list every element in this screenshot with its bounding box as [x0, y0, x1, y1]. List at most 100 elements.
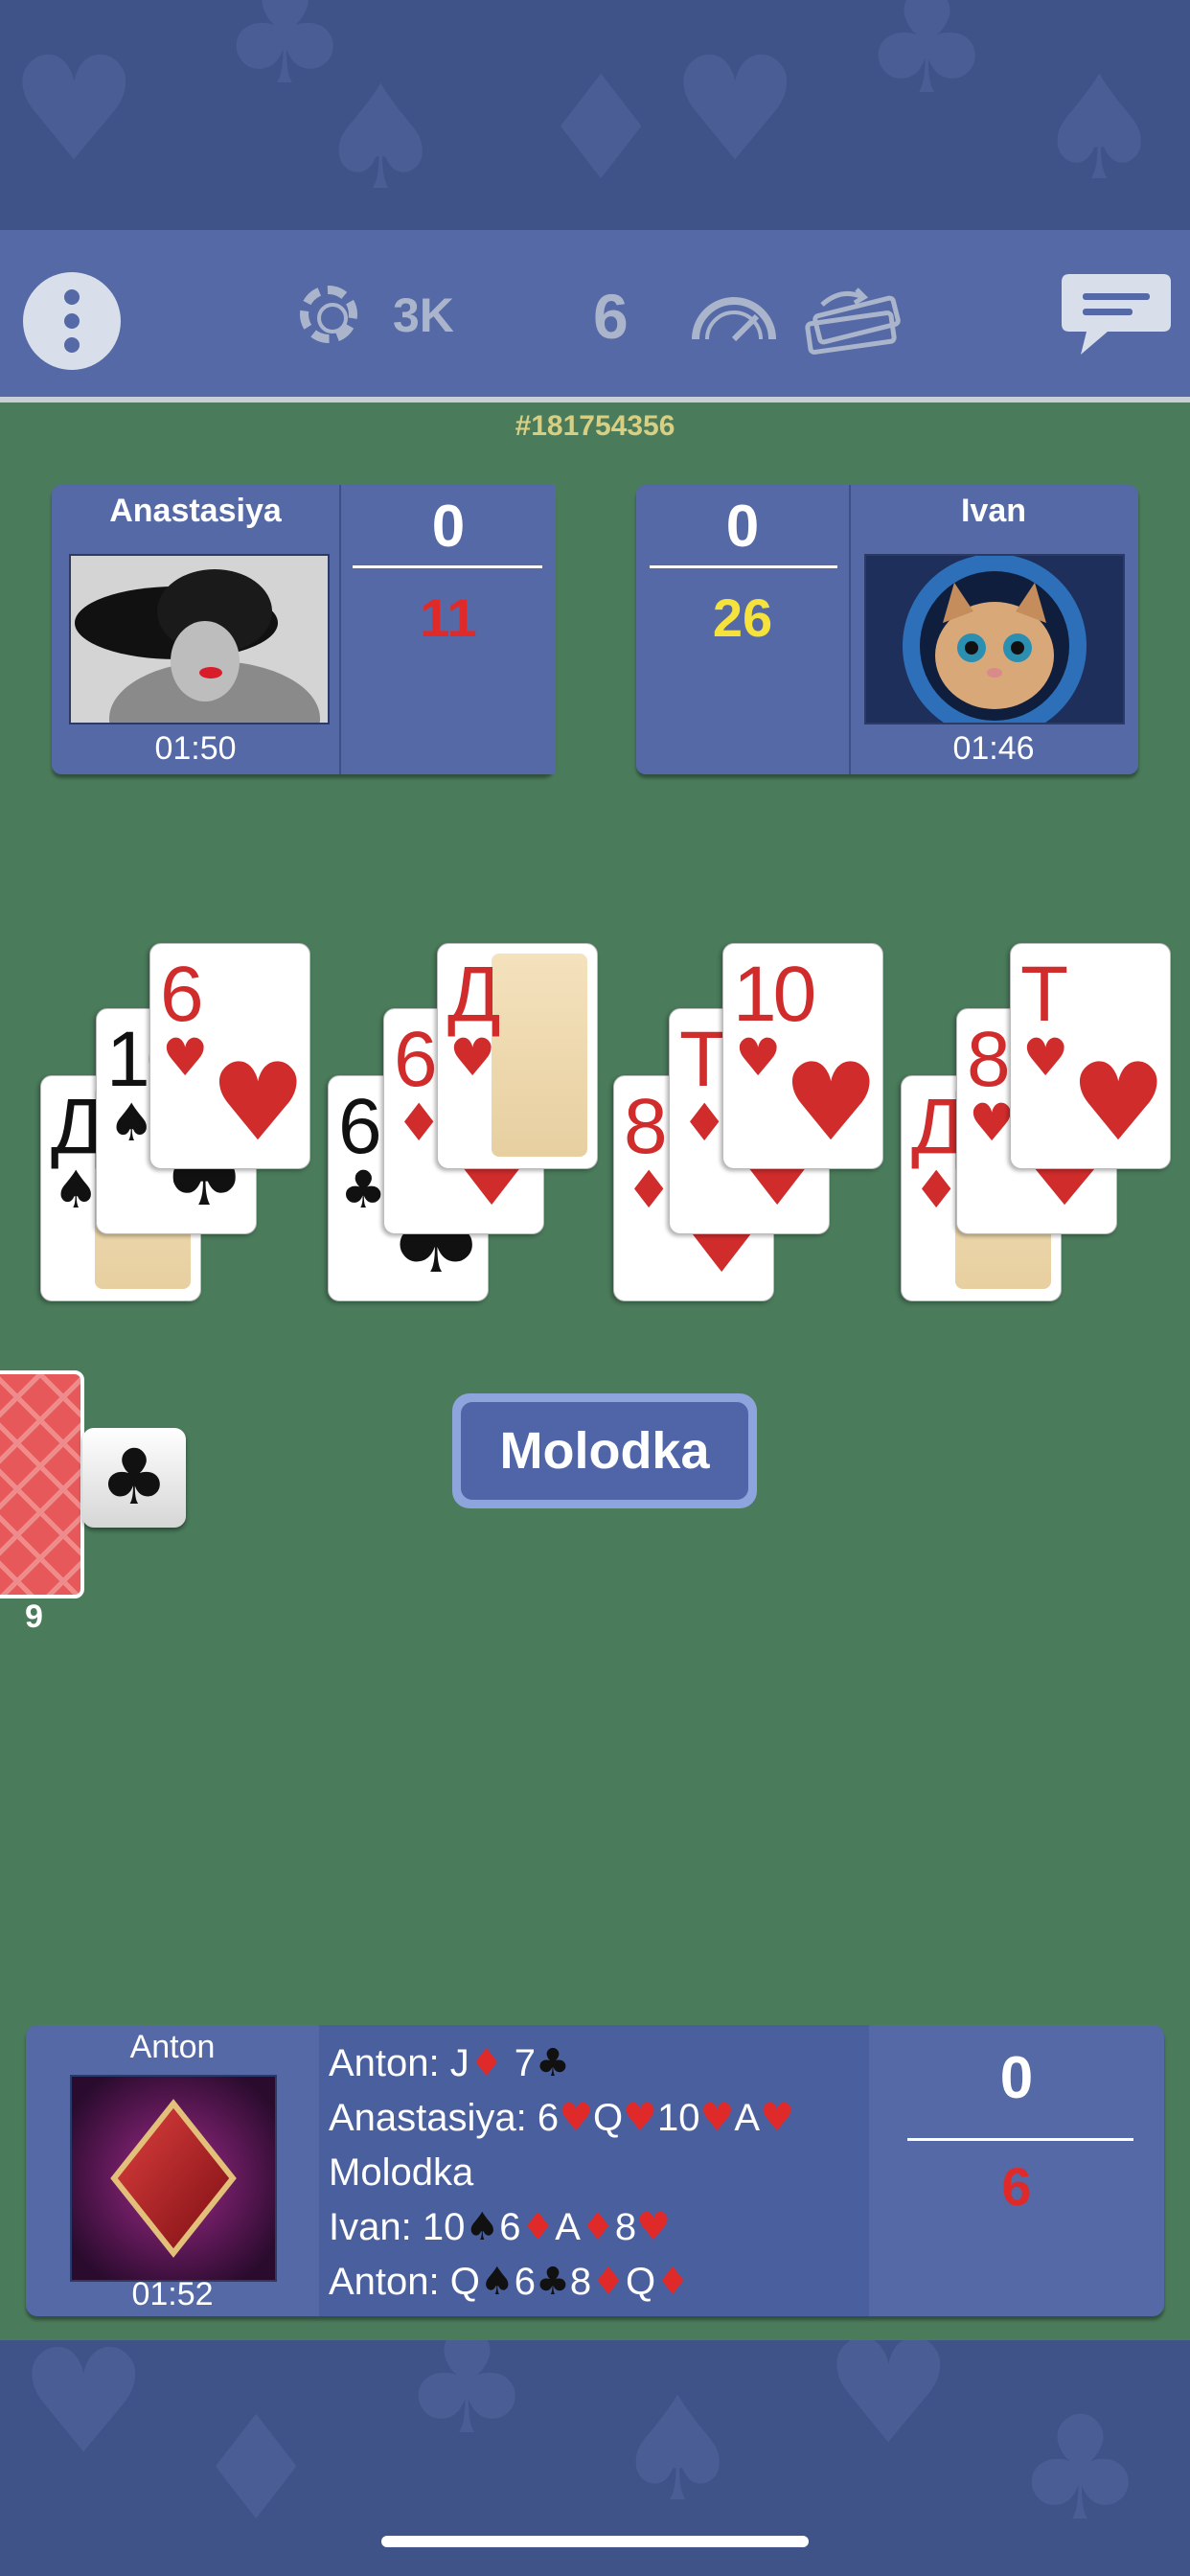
my-name: Anton — [129, 2029, 216, 2065]
move-log[interactable]: Anton: J♦ 7♣ Anastasiya: 6♥Q♥10♥A♥ Molodka… — [319, 2025, 869, 2316]
suit-icon: ♦ — [655, 2260, 690, 2304]
scorebox: 0 26 — [636, 485, 851, 774]
turn-timer: 01:46 — [952, 730, 1035, 767]
log-text: 6 — [514, 2261, 536, 2303]
log-text: Q — [625, 2261, 656, 2303]
log-line: Anton: Q♠6♣8♦Q♦ — [329, 2255, 794, 2310]
avatar[interactable] — [70, 2075, 277, 2282]
opponent-panel-ivan: 0 26 Ivan 01:46 — [636, 485, 1138, 774]
log-text: A — [555, 2206, 581, 2248]
diamond-avatar-icon — [72, 2077, 275, 2280]
deck-card-back — [0, 1370, 84, 1598]
suit-icon: ♥ — [760, 2096, 794, 2140]
suit-icon: ♥ — [623, 2096, 657, 2140]
chip-icon — [300, 286, 357, 343]
suit-icon: ♣ — [535, 2041, 570, 2085]
card-rank: 8 — [624, 1083, 668, 1170]
log-text: Anastasiya: 6 — [329, 2097, 560, 2139]
log-text: Anton: J — [329, 2042, 469, 2084]
log-text: Molodka — [329, 2151, 474, 2194]
log-line: Molodka — [329, 2146, 794, 2200]
speedometer-icon — [692, 297, 776, 342]
suit-icon: ♥ — [559, 2096, 593, 2140]
card-suit-icon: ♣ — [340, 1160, 387, 1220]
log-text: 8 — [569, 2261, 592, 2303]
top-bar: 3K 6 — [0, 230, 1190, 402]
log-text: 10 — [656, 2097, 700, 2139]
background-pattern-top: ♥ ♣ ♠ ♦ ♥ ♣ ♠ — [0, 0, 1190, 230]
scorebox: 0 11 — [339, 485, 556, 774]
avatar[interactable] — [69, 554, 330, 724]
log-text: A — [734, 2097, 761, 2139]
score-divider — [650, 565, 837, 568]
score-top: 0 — [725, 494, 760, 560]
card-suit-icon: ♥ — [1022, 1027, 1069, 1088]
playing-card: Т ♥ ♥ — [1010, 943, 1171, 1169]
trump-suit-indicator: ♣ — [82, 1428, 186, 1528]
announcement-badge: Molodka — [452, 1393, 757, 1508]
face-card-art — [492, 954, 587, 1157]
my-player-panel: Anton 01:52 Anton: J♦ 7♣ Anastasiya: 6♥Q♥… — [26, 2025, 1164, 2316]
opponent-name: Anastasiya — [109, 493, 282, 529]
my-scorebox: 0 6 — [869, 2025, 1164, 2316]
deck-count: 6 — [593, 281, 629, 352]
cards-shuffle-icon — [805, 288, 901, 355]
card-rank: Д — [51, 1083, 104, 1170]
turn-timer: 01:50 — [154, 730, 237, 767]
score-bottom: 6 — [1001, 2156, 1032, 2217]
log-line: Anastasiya: 6♥Q♥10♥A♥ — [329, 2091, 794, 2146]
suit-icon: ♦ — [591, 2260, 626, 2304]
card-suit-icon: ♦ — [626, 1160, 673, 1220]
my-turn-timer: 01:52 — [131, 2276, 214, 2312]
card-rank: 8 — [967, 1016, 1011, 1103]
log-text: 7 — [503, 2042, 536, 2084]
card-rank: Д — [447, 951, 501, 1038]
suit-icon: ♣ — [535, 2260, 570, 2304]
suit-icon: ♥ — [699, 2096, 735, 2140]
avatar-image — [71, 556, 328, 723]
suit-icon: ♠ — [479, 2260, 515, 2304]
log-text: Ivan: 10 — [329, 2206, 466, 2248]
announcement-text: Molodka — [461, 1402, 748, 1500]
suit-icon: ♦ — [520, 2205, 556, 2249]
playing-card: Д ♥ — [437, 943, 598, 1169]
suit-icon: ♠ — [465, 2205, 500, 2249]
avatar[interactable] — [864, 554, 1125, 724]
card-rank: 6 — [338, 1083, 382, 1170]
playing-card: 6 ♥ ♥ — [149, 943, 310, 1169]
suit-icon: ♥ — [636, 2205, 671, 2249]
deck-remaining-count: 9 — [25, 1598, 43, 1635]
score-top: 0 — [431, 494, 466, 560]
card-suit-icon: ♥ — [449, 1027, 496, 1088]
score-divider — [353, 565, 542, 568]
avatar-image — [866, 556, 1123, 723]
card-center-suit-icon: ♥ — [783, 1041, 880, 1165]
opponent-name: Ivan — [960, 493, 1027, 529]
card-center-suit-icon: ♥ — [210, 1041, 307, 1165]
log-text: Q — [593, 2097, 624, 2139]
card-suit-icon: ♥ — [969, 1092, 1016, 1153]
card-rank: Д — [911, 1083, 965, 1170]
card-suit-icon: ♥ — [735, 1027, 782, 1088]
log-text: 6 — [499, 2206, 521, 2248]
log-line: Ivan: 10♠6♦A♦8♥ — [329, 2200, 794, 2255]
playing-card: 10 ♥ ♥ — [722, 943, 883, 1169]
menu-dot-icon — [64, 313, 80, 329]
score-top: 0 — [999, 2045, 1034, 2111]
card-center-suit-icon: ♥ — [1070, 1041, 1167, 1165]
card-suit-icon: ♥ — [162, 1027, 209, 1088]
move-log-lines: Anton: J♦ 7♣ Anastasiya: 6♥Q♥10♥A♥ Molodka… — [319, 2036, 794, 2310]
card-suit-icon: ♦ — [913, 1160, 960, 1220]
score-bottom: 11 — [420, 587, 477, 648]
suit-icon: ♦ — [469, 2041, 504, 2085]
chat-button[interactable] — [1058, 270, 1175, 362]
card-suit-icon: ♠ — [53, 1160, 100, 1220]
card-suit-icon: ♠ — [108, 1092, 155, 1153]
menu-button[interactable] — [23, 272, 121, 370]
home-indicator[interactable] — [381, 2536, 809, 2547]
log-text: 8 — [614, 2206, 637, 2248]
card-rank: Т — [1020, 951, 1068, 1038]
suit-icon: ♦ — [580, 2205, 615, 2249]
log-line: Anton: J♦ 7♣ — [329, 2036, 794, 2091]
score-divider — [907, 2138, 1133, 2141]
